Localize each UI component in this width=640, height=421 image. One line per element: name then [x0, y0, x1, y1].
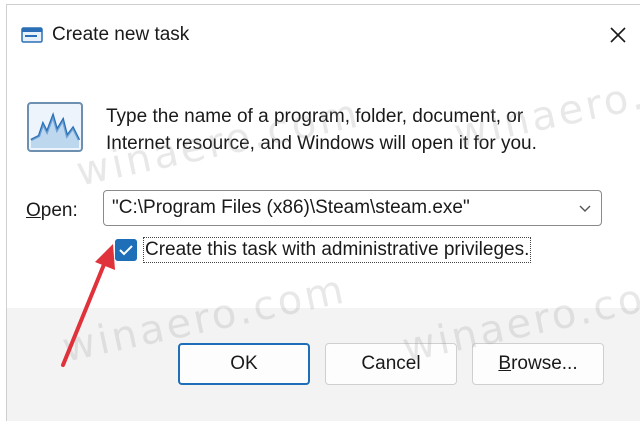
open-label-text: pen: [40, 200, 78, 221]
admin-privileges-checkbox[interactable] [115, 239, 137, 261]
browse-label: rowse... [511, 353, 578, 374]
browse-button[interactable]: Browse... [472, 343, 604, 385]
title-bar: Create new task [7, 5, 640, 65]
window-title: Create new task [52, 24, 190, 45]
open-input[interactable] [112, 197, 562, 219]
close-icon[interactable] [605, 22, 631, 48]
chevron-down-icon[interactable] [577, 202, 593, 214]
dialog-content: Type the name of a program, folder, docu… [7, 65, 640, 308]
task-manager-graph-icon [27, 102, 83, 152]
open-combobox[interactable] [103, 190, 602, 226]
ok-button[interactable]: OK [178, 343, 310, 385]
browse-mnemonic: B [498, 353, 512, 374]
screenshot: Create new task Type the name of a progr… [0, 0, 640, 421]
description-line: Type the name of a program, folder, docu… [106, 106, 524, 127]
open-label: Open: [26, 200, 78, 222]
cancel-button[interactable]: Cancel [325, 343, 457, 385]
run-window-icon [21, 27, 43, 43]
open-label-mnemonic: O [26, 200, 41, 221]
description-text: Type the name of a program, folder, docu… [106, 103, 626, 157]
button-bar: OK Cancel Browse... [7, 308, 640, 421]
admin-privileges-label[interactable]: Create this task with administrative pri… [143, 237, 532, 263]
create-new-task-dialog: Create new task Type the name of a progr… [6, 4, 640, 421]
description-line: Internet resource, and Windows will open… [106, 133, 537, 154]
